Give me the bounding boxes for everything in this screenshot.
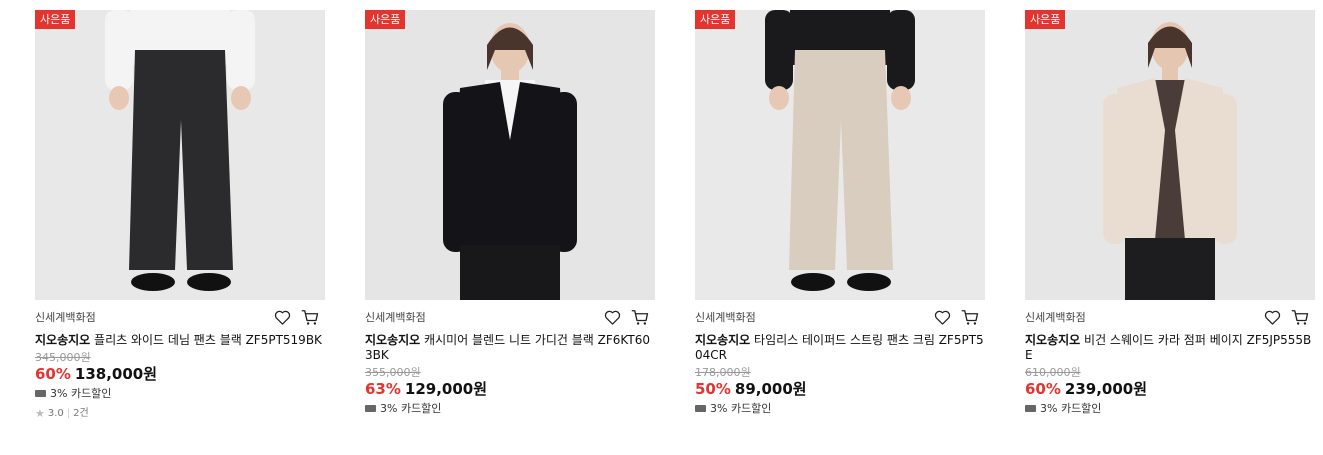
price-row: 63% 129,000원 (365, 380, 655, 399)
gift-badge: 사은품 (365, 10, 406, 29)
model-photo (1025, 10, 1315, 300)
rating: ★ 3.0 | 2건 (35, 407, 325, 421)
cart-icon[interactable] (301, 308, 319, 326)
sale-price: 138,000원 (74, 365, 158, 383)
product-title[interactable]: 지오송지오 캐시미어 블렌드 니트 가디건 블랙 ZF6KT603BK (365, 333, 655, 363)
price-row: 60% 239,000원 (1025, 380, 1315, 399)
brand-name: 지오송지오 (365, 333, 421, 347)
card-discount: 3% 카드할인 (1025, 401, 1315, 416)
credit-card-icon (35, 390, 46, 397)
review-count: 2건 (73, 408, 89, 419)
model-photo (35, 10, 325, 300)
model-photo (365, 10, 655, 300)
discount-rate: 63% (365, 380, 401, 398)
rating-score: 3.0 (47, 408, 64, 419)
credit-card-icon (695, 405, 706, 412)
cart-icon[interactable] (631, 308, 649, 326)
brand-name: 지오송지오 (695, 333, 751, 347)
heart-icon[interactable] (933, 308, 951, 326)
gift-badge: 사은품 (1025, 10, 1066, 29)
price-row: 60% 138,000원 (35, 365, 325, 384)
price-row: 50% 89,000원 (695, 380, 985, 399)
heart-icon[interactable] (603, 308, 621, 326)
product-title[interactable]: 지오송지오 비건 스웨이드 카라 점퍼 베이지 ZF5JP555BE (1025, 333, 1315, 363)
sale-price: 129,000원 (404, 380, 488, 398)
product-card[interactable]: 사은품 신세계백화점 지오송지오 캐시미어 블렌드 니트 가디건 블랙 ZF6K… (365, 10, 655, 416)
discount-rate: 60% (35, 365, 71, 383)
product-image[interactable]: 사은품 (1025, 10, 1315, 300)
cart-icon[interactable] (961, 308, 979, 326)
original-price: 610,000원 (1025, 366, 1081, 379)
original-price: 178,000원 (695, 366, 751, 379)
card-discount-label: 3% 카드할인 (50, 387, 112, 400)
product-title[interactable]: 지오송지오 타임리스 테이퍼드 스트링 팬츠 크림 ZF5PT504CR (695, 333, 985, 363)
original-price: 345,000원 (35, 351, 91, 364)
card-discount: 3% 카드할인 (365, 401, 655, 416)
cart-icon[interactable] (1291, 308, 1309, 326)
gift-badge: 사은품 (695, 10, 736, 29)
product-name: 플리츠 와이드 데님 팬츠 블랙 ZF5PT519BK (94, 333, 322, 347)
discount-rate: 50% (695, 380, 731, 398)
product-card[interactable]: 사은품 신세계백화점 지오송지오 플리츠 와이드 데님 팬츠 블랙 ZF5PT5… (35, 10, 325, 421)
heart-icon[interactable] (1263, 308, 1281, 326)
sale-price: 239,000원 (1064, 380, 1148, 398)
brand-name: 지오송지오 (1025, 333, 1081, 347)
rating-separator: | (66, 408, 71, 419)
credit-card-icon (365, 405, 376, 412)
star-icon: ★ (35, 407, 45, 420)
discount-rate: 60% (1025, 380, 1061, 398)
product-card[interactable]: 사은품 신세계백화점 지오송지오 비건 스웨이드 카라 점퍼 베이지 ZF5JP… (1025, 10, 1315, 416)
product-title[interactable]: 지오송지오 플리츠 와이드 데님 팬츠 블랙 ZF5PT519BK (35, 333, 325, 348)
heart-icon[interactable] (273, 308, 291, 326)
product-image[interactable]: 사은품 (365, 10, 655, 300)
card-discount-label: 3% 카드할인 (1040, 402, 1102, 415)
card-discount-label: 3% 카드할인 (380, 402, 442, 415)
original-price: 355,000원 (365, 366, 421, 379)
model-photo (695, 10, 985, 300)
brand-name: 지오송지오 (35, 333, 91, 347)
card-discount-label: 3% 카드할인 (710, 402, 772, 415)
credit-card-icon (1025, 405, 1036, 412)
card-discount: 3% 카드할인 (35, 386, 325, 401)
card-discount: 3% 카드할인 (695, 401, 985, 416)
product-image[interactable]: 사은품 (695, 10, 985, 300)
gift-badge: 사은품 (35, 10, 76, 29)
product-card[interactable]: 사은품 신세계백화점 지오송지오 타임리스 테이퍼드 스트링 팬츠 크림 ZF5… (695, 10, 985, 416)
sale-price: 89,000원 (734, 380, 807, 398)
product-image[interactable]: 사은품 (35, 10, 325, 300)
